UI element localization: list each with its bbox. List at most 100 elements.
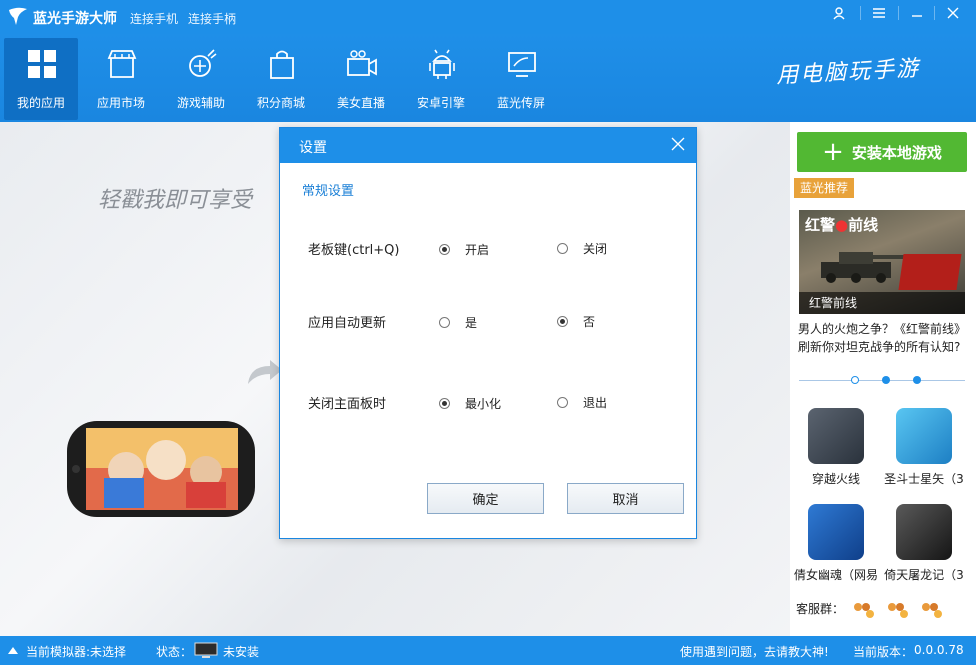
radio-circle xyxy=(439,398,450,409)
carousel-dot[interactable] xyxy=(913,376,921,384)
game-tile[interactable]: 圣斗士星矢（3 xyxy=(880,408,968,504)
close-icon[interactable] xyxy=(668,134,688,154)
connect-phone-link[interactable]: 连接手机 xyxy=(130,10,178,27)
title-bar: 蓝光手游大师 连接手机 连接手柄 xyxy=(0,0,976,34)
ok-button[interactable]: 确定 xyxy=(427,483,544,514)
cf-game-icon xyxy=(808,408,864,464)
curved-arrow-icon xyxy=(244,358,284,386)
nav-item-app-market[interactable]: 应用市场 xyxy=(84,38,158,120)
banner-caption: 红警前线 xyxy=(799,292,965,314)
nav-label: 应用市场 xyxy=(84,94,158,111)
caret-up-icon[interactable] xyxy=(8,646,18,654)
radio-circle xyxy=(439,317,450,328)
service-group-label: 客服群： xyxy=(796,600,844,617)
auto-update-yes-radio[interactable]: 是 xyxy=(439,314,477,331)
game-name: 穿越火线 xyxy=(792,470,880,487)
version-label: 当前版本： xyxy=(853,643,913,660)
game-tile[interactable]: 倚天屠龙记（3 xyxy=(880,504,968,600)
auto-update-label: 应用自动更新 xyxy=(308,312,386,331)
install-label: 安装本地游戏 xyxy=(852,142,942,163)
banner-description: 男人的火炮之争？《红警前线》刷新你对坦克战争的所有认知? xyxy=(798,320,970,356)
minimize-icon[interactable] xyxy=(900,0,934,26)
auto-update-no-radio[interactable]: 否 xyxy=(557,313,595,330)
carousel-dot[interactable] xyxy=(851,376,859,384)
radio-circle xyxy=(557,316,568,327)
carousel-indicator xyxy=(799,380,965,381)
install-local-game-button[interactable]: + 安装本地游戏 xyxy=(797,132,967,172)
radio-label: 否 xyxy=(583,313,595,330)
nav-label: 游戏辅助 xyxy=(164,94,238,111)
dialog-title: 设置 xyxy=(299,137,327,157)
shopping-bag-icon xyxy=(266,48,298,80)
title-divider xyxy=(860,6,861,20)
cancel-button[interactable]: 取消 xyxy=(567,483,684,514)
android-icon xyxy=(426,48,458,80)
nav-label: 蓝光传屏 xyxy=(484,94,558,111)
nav-item-live-stream[interactable]: 美女直播 xyxy=(324,38,398,120)
version-value: 0.0.0.78 xyxy=(914,643,964,657)
radio-label: 开启 xyxy=(465,241,489,258)
service-group-icon[interactable] xyxy=(920,602,942,618)
dialog-header: 设置 xyxy=(280,128,696,163)
game-name: 倩女幽魂（网易 xyxy=(792,566,880,583)
tank-illustration xyxy=(811,244,911,284)
recommend-tag: 蓝光推荐 xyxy=(794,178,854,198)
nav-item-game-assist[interactable]: 游戏辅助 xyxy=(164,38,238,120)
monitor-icon xyxy=(194,642,218,659)
connect-gamepad-link[interactable]: 连接手柄 xyxy=(188,10,236,27)
close-icon[interactable] xyxy=(936,0,970,26)
radio-label: 退出 xyxy=(583,394,607,411)
boss-key-off-radio[interactable]: 关闭 xyxy=(557,240,607,257)
title-divider xyxy=(898,6,899,20)
screen-cast-icon xyxy=(506,48,538,80)
phone-illustration xyxy=(66,420,256,518)
app-name: 蓝光手游大师 xyxy=(33,8,117,28)
main-nav: 我的应用 应用市场 游戏辅助 积分商城 美女直播 xyxy=(0,34,976,122)
status-bar: 当前模拟器:未选择 状态： 未安装 使用遇到问题，去请教大神! 当前版本： 0.… xyxy=(0,636,976,665)
nav-item-android-engine[interactable]: 安卓引擎 xyxy=(404,38,478,120)
saint-seiya-game-icon xyxy=(896,408,952,464)
close-minimize-radio[interactable]: 最小化 xyxy=(439,395,501,412)
yitian-game-icon xyxy=(896,504,952,560)
service-group-icon[interactable] xyxy=(852,602,874,618)
game-assist-icon xyxy=(186,48,218,80)
plus-icon: + xyxy=(822,139,844,165)
radio-circle xyxy=(557,397,568,408)
game-tile[interactable]: 倩女幽魂（网易 xyxy=(792,504,880,600)
app-logo-icon xyxy=(6,4,30,28)
game-name: 圣斗士星矢（3 xyxy=(880,470,968,487)
service-group-icon[interactable] xyxy=(886,602,908,618)
radio-label: 关闭 xyxy=(583,240,607,257)
banner-title: 红警●前线 xyxy=(805,214,878,235)
close-exit-radio[interactable]: 退出 xyxy=(557,394,607,411)
store-icon xyxy=(106,48,138,80)
featured-banner[interactable]: 红警●前线 红警前线 xyxy=(799,210,965,314)
nav-item-points-mall[interactable]: 积分商城 xyxy=(244,38,318,120)
main-hint[interactable]: 轻戳我即可享受 xyxy=(98,182,252,214)
menu-icon[interactable] xyxy=(862,0,896,26)
radio-label: 是 xyxy=(465,314,477,331)
help-link[interactable]: 使用遇到问题，去请教大神! xyxy=(680,643,829,660)
nav-item-my-apps[interactable]: 我的应用 xyxy=(4,38,78,120)
section-title: 常规设置 xyxy=(302,180,354,199)
carousel-dot[interactable] xyxy=(882,376,890,384)
game-tile[interactable]: 穿越火线 xyxy=(792,408,880,504)
grid-icon xyxy=(26,48,58,80)
boss-key-on-radio[interactable]: 开启 xyxy=(439,241,489,258)
user-icon[interactable] xyxy=(822,0,856,26)
settings-dialog: 设置 常规设置 老板键(ctrl+Q) 开启 关闭 应用自动更新 是 否 关闭主… xyxy=(279,127,697,539)
game-name: 倚天屠龙记（3 xyxy=(880,566,968,583)
nav-item-screen-cast[interactable]: 蓝光传屏 xyxy=(484,38,558,120)
slogan: 用电脑玩手游 xyxy=(775,50,920,89)
title-divider xyxy=(934,6,935,20)
nav-label: 美女直播 xyxy=(324,94,398,111)
state-label: 状态： xyxy=(156,643,192,660)
qiannv-game-icon xyxy=(808,504,864,560)
radio-circle xyxy=(557,243,568,254)
emulator-status[interactable]: 当前模拟器:未选择 xyxy=(26,643,126,660)
banner-logo-art xyxy=(898,254,961,290)
nav-label: 我的应用 xyxy=(4,94,78,111)
radio-circle xyxy=(439,244,450,255)
state-value: 未安装 xyxy=(223,643,259,660)
boss-key-label: 老板键(ctrl+Q) xyxy=(308,239,399,258)
